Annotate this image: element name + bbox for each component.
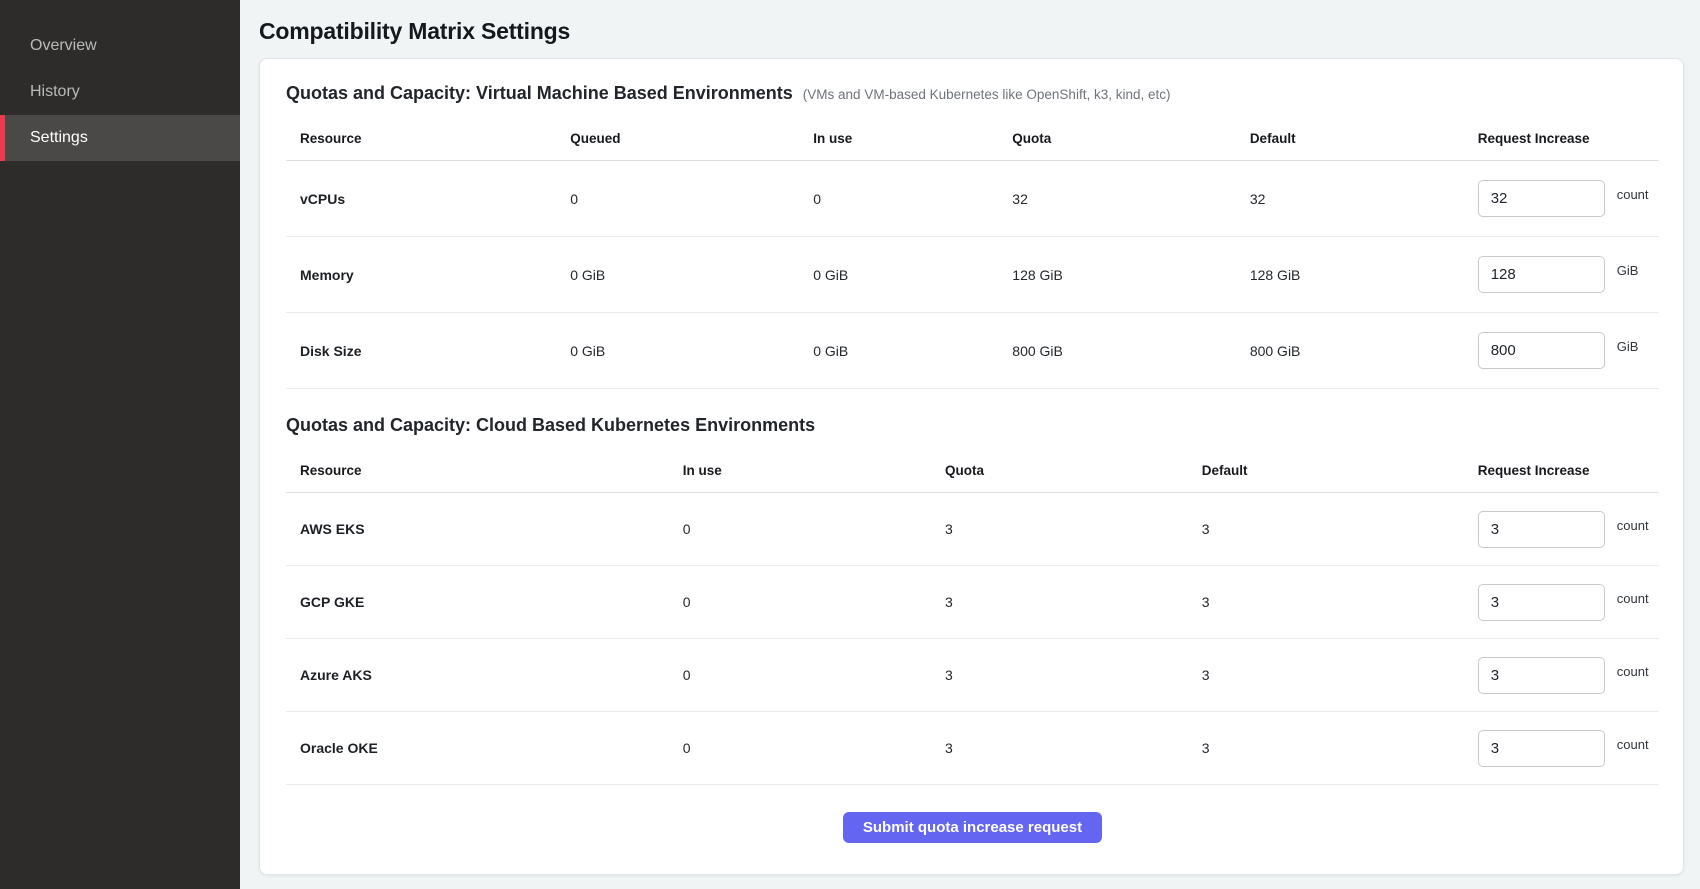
- vm-quota-section: Quotas and Capacity: Virtual Machine Bas…: [286, 83, 1659, 389]
- sidebar-item-overview[interactable]: Overview: [0, 23, 240, 69]
- sidebar-item-label: Overview: [30, 37, 97, 55]
- oracle-oke-request-input[interactable]: [1478, 730, 1605, 767]
- table-row-disk-size: Disk Size 0 GiB 0 GiB 800 GiB 800 GiB Gi…: [286, 313, 1659, 389]
- quota-value: 3: [945, 521, 1202, 537]
- unit-label: GiB: [1617, 339, 1639, 354]
- quota-value: 800 GiB: [1012, 343, 1250, 359]
- cloud-table-header: Resource In use Quota Default Request In…: [286, 449, 1659, 493]
- sidebar-item-label: Settings: [30, 129, 88, 147]
- submit-quota-increase-button[interactable]: Submit quota increase request: [843, 812, 1102, 843]
- default-value: 3: [1202, 521, 1478, 537]
- resource-name: Azure AKS: [286, 667, 683, 683]
- aws-eks-request-input[interactable]: [1478, 511, 1605, 548]
- in-use-value: 0: [813, 191, 1012, 207]
- sidebar-item-history[interactable]: History: [0, 69, 240, 115]
- column-header-request-increase: Request Increase: [1478, 463, 1659, 478]
- main-content: Compatibility Matrix Settings Quotas and…: [240, 0, 1700, 889]
- unit-label: count: [1617, 187, 1649, 202]
- resource-name: AWS EKS: [286, 521, 683, 537]
- cloud-section-heading: Quotas and Capacity: Cloud Based Kuberne…: [286, 415, 815, 436]
- quota-value: 3: [945, 740, 1202, 756]
- table-row-vcpus: vCPUs 0 0 32 32 count: [286, 161, 1659, 237]
- in-use-value: 0: [683, 594, 945, 610]
- sidebar-item-label: History: [30, 83, 80, 101]
- table-row-oracle-oke: Oracle OKE 0 3 3 count: [286, 712, 1659, 785]
- resource-name: Memory: [286, 267, 570, 283]
- in-use-value: 0: [683, 521, 945, 537]
- in-use-value: 0: [683, 740, 945, 756]
- default-value: 3: [1202, 740, 1478, 756]
- cloud-quota-section: Quotas and Capacity: Cloud Based Kuberne…: [286, 415, 1659, 785]
- azure-aks-request-input[interactable]: [1478, 657, 1605, 694]
- quota-value: 3: [945, 594, 1202, 610]
- column-header-quota: Quota: [1012, 131, 1250, 146]
- column-header-default: Default: [1250, 131, 1478, 146]
- table-row-azure-aks: Azure AKS 0 3 3 count: [286, 639, 1659, 712]
- unit-label: GiB: [1617, 263, 1639, 278]
- table-row-memory: Memory 0 GiB 0 GiB 128 GiB 128 GiB GiB: [286, 237, 1659, 313]
- unit-label: count: [1617, 518, 1649, 533]
- column-header-default: Default: [1202, 463, 1478, 478]
- resource-name: vCPUs: [286, 191, 570, 207]
- vcpus-request-input[interactable]: [1478, 180, 1605, 217]
- default-value: 32: [1250, 191, 1478, 207]
- default-value: 800 GiB: [1250, 343, 1478, 359]
- disk-size-request-input[interactable]: [1478, 332, 1605, 369]
- table-row-gcp-gke: GCP GKE 0 3 3 count: [286, 566, 1659, 639]
- column-header-request-increase: Request Increase: [1478, 131, 1659, 146]
- quota-value: 32: [1012, 191, 1250, 207]
- in-use-value: 0: [683, 667, 945, 683]
- default-value: 3: [1202, 594, 1478, 610]
- cloud-quota-table: Resource In use Quota Default Request In…: [286, 449, 1659, 785]
- unit-label: count: [1617, 664, 1649, 679]
- sidebar: Overview History Settings: [0, 0, 240, 889]
- table-row-aws-eks: AWS EKS 0 3 3 count: [286, 493, 1659, 566]
- vm-section-heading: Quotas and Capacity: Virtual Machine Bas…: [286, 83, 793, 104]
- column-header-resource: Resource: [286, 463, 683, 478]
- resource-name: GCP GKE: [286, 594, 683, 610]
- queued-value: 0 GiB: [570, 343, 813, 359]
- quota-value: 128 GiB: [1012, 267, 1250, 283]
- column-header-queued: Queued: [570, 131, 813, 146]
- vm-section-note: (VMs and VM-based Kubernetes like OpenSh…: [803, 87, 1171, 102]
- vm-quota-table: Resource Queued In use Quota Default Req…: [286, 117, 1659, 389]
- in-use-value: 0 GiB: [813, 343, 1012, 359]
- queued-value: 0 GiB: [570, 267, 813, 283]
- memory-request-input[interactable]: [1478, 256, 1605, 293]
- quota-value: 3: [945, 667, 1202, 683]
- settings-card: Quotas and Capacity: Virtual Machine Bas…: [259, 58, 1684, 875]
- page-title: Compatibility Matrix Settings: [259, 18, 1684, 45]
- vm-table-header: Resource Queued In use Quota Default Req…: [286, 117, 1659, 161]
- default-value: 3: [1202, 667, 1478, 683]
- column-header-in-use: In use: [683, 463, 945, 478]
- sidebar-item-settings[interactable]: Settings: [0, 115, 240, 161]
- unit-label: count: [1617, 591, 1649, 606]
- resource-name: Oracle OKE: [286, 740, 683, 756]
- unit-label: count: [1617, 737, 1649, 752]
- column-header-quota: Quota: [945, 463, 1202, 478]
- column-header-in-use: In use: [813, 131, 1012, 146]
- gcp-gke-request-input[interactable]: [1478, 584, 1605, 621]
- in-use-value: 0 GiB: [813, 267, 1012, 283]
- queued-value: 0: [570, 191, 813, 207]
- default-value: 128 GiB: [1250, 267, 1478, 283]
- active-accent-bar: [0, 115, 5, 161]
- resource-name: Disk Size: [286, 343, 570, 359]
- column-header-resource: Resource: [286, 131, 570, 146]
